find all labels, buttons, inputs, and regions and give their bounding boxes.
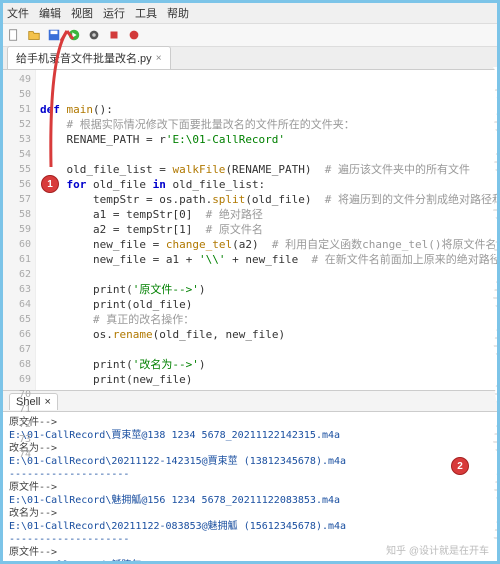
menu-help[interactable]: 帮助	[167, 5, 189, 21]
shell-tab[interactable]: Shell ×	[9, 393, 58, 410]
watermark: 知乎 @设计就是在开车	[386, 542, 489, 557]
debug-icon[interactable]	[87, 28, 101, 42]
editor-tab[interactable]: 给手机录音文件批量改名.py ×	[7, 46, 171, 69]
menu-edit[interactable]: 编辑	[39, 5, 61, 21]
close-icon[interactable]: ×	[44, 396, 50, 408]
line-gutter: 49 50 51 52 53 54 55 56 57 58 59 60 61 6…	[3, 70, 36, 390]
menu-run[interactable]: 运行	[103, 5, 125, 21]
shell-panel-header: Shell ×	[3, 390, 497, 412]
app-window: 文件 编辑 视图 运行 工具 帮助 给手机录音文件批量改名.py × 49 50…	[0, 0, 500, 564]
record-icon[interactable]	[127, 28, 141, 42]
menu-file[interactable]: 文件	[7, 5, 29, 21]
annotation-badge-1: 1	[41, 175, 59, 193]
tab-title: 给手机录音文件批量改名.py	[16, 50, 152, 66]
menu-tools[interactable]: 工具	[135, 5, 157, 21]
code-area[interactable]: def main(): # 根据实际情况修改下面要批量改名的文件所在的文件夹： …	[36, 70, 497, 390]
new-file-icon[interactable]	[7, 28, 21, 42]
stop-icon[interactable]	[107, 28, 121, 42]
menu-bar: 文件 编辑 视图 运行 工具 帮助	[3, 3, 497, 24]
annotation-badge-2: 2	[451, 457, 469, 475]
annotation-arrow	[39, 27, 79, 177]
menu-view[interactable]: 视图	[71, 5, 93, 21]
close-icon[interactable]: ×	[156, 53, 162, 64]
